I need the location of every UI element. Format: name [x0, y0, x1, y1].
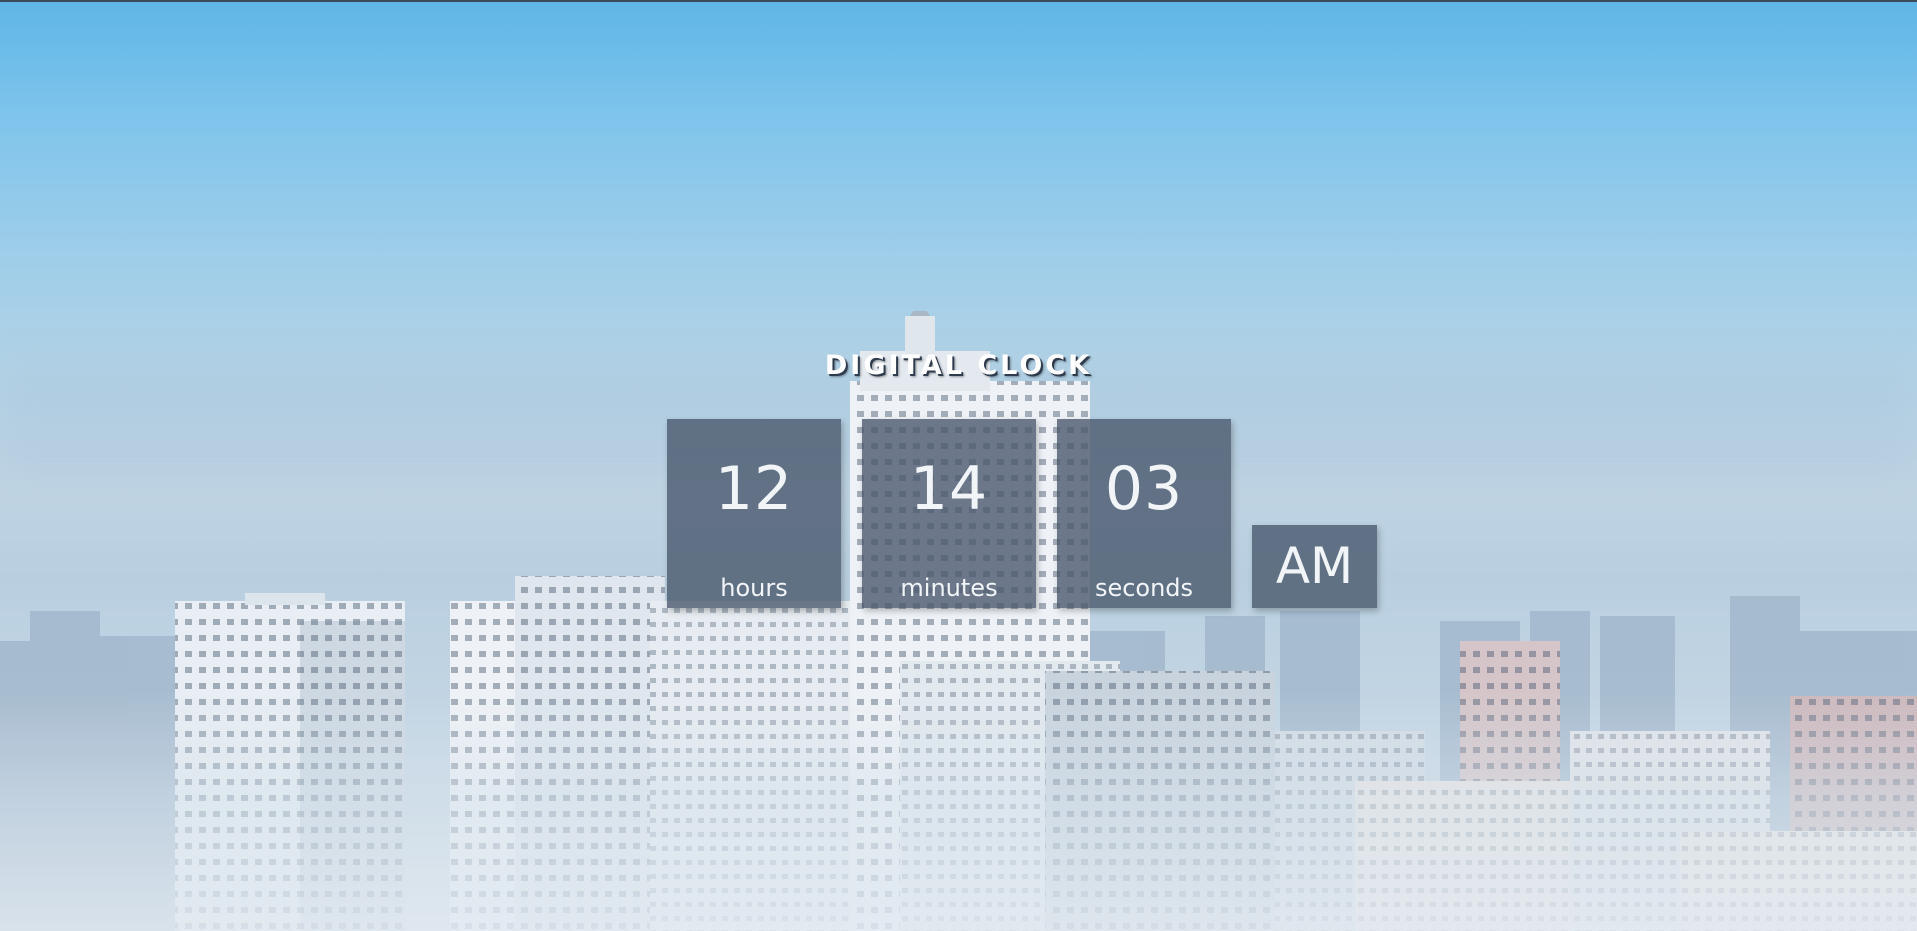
seconds-value: 03	[1104, 454, 1184, 524]
seconds-box: 03 seconds	[1057, 419, 1231, 608]
minutes-value: 14	[909, 454, 989, 524]
am-pm-indicator: AM	[1252, 525, 1377, 608]
hours-label: hours	[720, 574, 788, 602]
page-title: DIGITAL CLOCK	[824, 350, 1093, 381]
hours-box: 12 hours	[667, 419, 841, 608]
fog-overlay	[0, 691, 1917, 931]
seconds-label: seconds	[1094, 574, 1194, 602]
minutes-label: minutes	[900, 574, 998, 602]
hours-value: 12	[714, 454, 794, 524]
clock-page: DIGITAL CLOCK 12 hours 14 minutes 03 sec…	[0, 0, 1917, 931]
minutes-box: 14 minutes	[862, 419, 1036, 608]
